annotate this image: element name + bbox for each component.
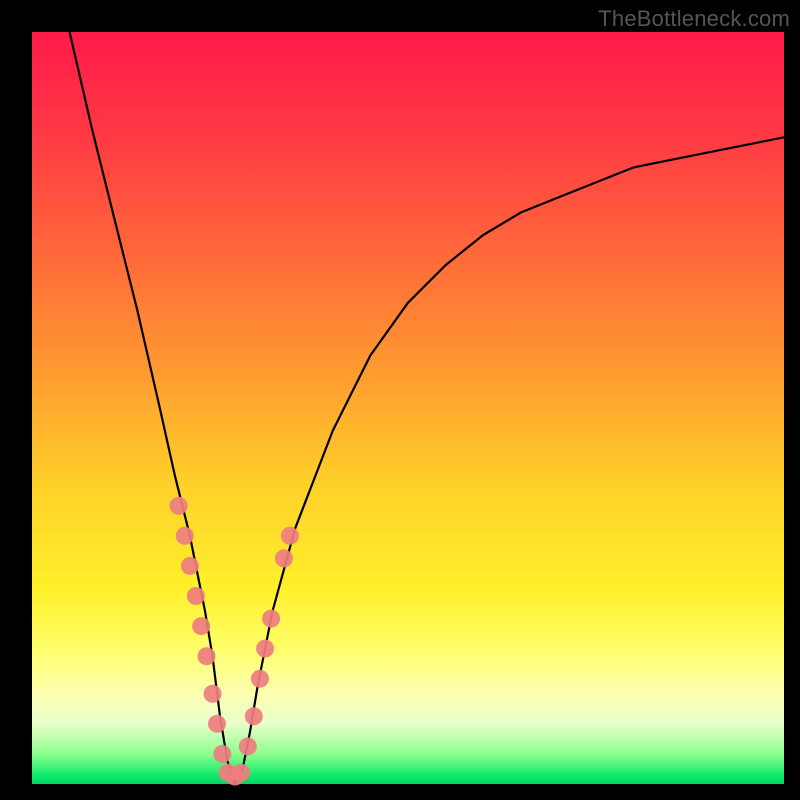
data-point (251, 670, 269, 688)
bottleneck-curve (70, 32, 784, 784)
watermark-text: TheBottleneck.com (598, 6, 790, 32)
data-point (262, 610, 280, 628)
data-point (181, 557, 199, 575)
data-point (213, 745, 231, 763)
data-point (245, 707, 263, 725)
data-point (256, 640, 274, 658)
chart-frame: TheBottleneck.com (0, 0, 800, 800)
data-point (232, 764, 250, 782)
marker-layer (170, 497, 299, 786)
data-point (239, 737, 257, 755)
data-point (192, 617, 210, 635)
chart-svg (32, 32, 784, 784)
data-point (275, 549, 293, 567)
data-point (281, 527, 299, 545)
data-point (187, 587, 205, 605)
data-point (208, 715, 226, 733)
data-point (170, 497, 188, 515)
data-point (204, 685, 222, 703)
curve-layer (70, 32, 784, 784)
data-point (176, 527, 194, 545)
data-point (198, 647, 216, 665)
plot-area (32, 32, 784, 784)
